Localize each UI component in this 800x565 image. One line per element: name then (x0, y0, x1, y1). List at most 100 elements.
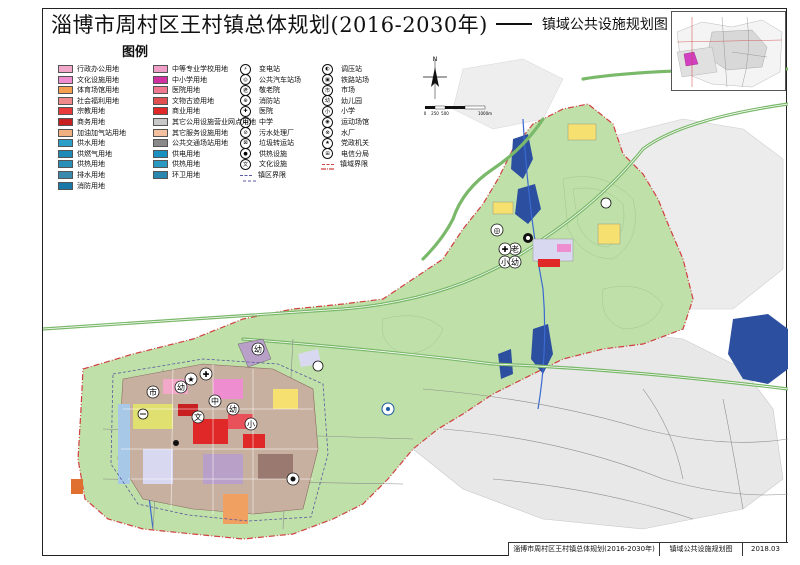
svg-text:◎: ◎ (494, 226, 501, 235)
legend-item: ◎ 公共汽车站场 (240, 74, 301, 86)
legend-label: 文化设施用地 (77, 75, 119, 84)
map-title: 淄博市周村区王村镇总体规划(2016-2030年) (51, 13, 488, 37)
svg-text:中: 中 (211, 396, 219, 406)
hospital-marker: ✚ (498, 242, 512, 256)
legend-item: ⊗ 水厂 (322, 127, 355, 139)
legend-label: 铁路站场 (341, 75, 369, 84)
legend-symbol-icon: ⊘ (240, 127, 251, 139)
legend-item: ⊘ 污水处理厂 (240, 127, 294, 139)
legend-swatch (153, 96, 168, 105)
svg-text:幼: 幼 (177, 382, 185, 392)
svg-text:250: 250 (431, 111, 439, 116)
substation-marker (312, 360, 324, 372)
legend-item: ◉ 运动场馆 (322, 116, 369, 128)
svg-text:小: 小 (247, 420, 255, 429)
legend-label: 环卫用地 (172, 171, 200, 179)
legend-label: 商业用地 (172, 107, 200, 116)
location-inset-map[interactable] (671, 11, 786, 91)
legend-item: 文化设施用地 (58, 75, 119, 85)
legend-item: 公共交通场站用地 (153, 138, 228, 148)
svg-text:✚: ✚ (502, 245, 509, 254)
primary-school-marker-2: 小 (244, 417, 258, 431)
legend-symbol-icon: 老 (240, 84, 251, 96)
legend-item: 市市场 (322, 84, 355, 96)
legend-item: 文文化设施 (240, 158, 287, 170)
legend-swatch (153, 128, 168, 137)
legend-label: 医院 (259, 107, 273, 116)
legend-label: 电信分局 (341, 149, 369, 158)
legend-item: ● 供热设施 (240, 148, 287, 160)
legend-item: 小小学 (322, 105, 355, 117)
legend-item: ▣ 铁路站场 (322, 74, 369, 86)
legend-item: 环卫用地 (153, 170, 200, 180)
north-arrow: N (423, 56, 447, 99)
legend-item: 供电用地 (153, 149, 200, 159)
legend-item: ⚡ 变电站 (240, 63, 280, 75)
legend-item: 体育场馆用地 (58, 85, 119, 95)
utility-marker-2 (381, 402, 395, 416)
legend-label: 垃圾转运站 (259, 139, 294, 148)
legend-item: ✚ 医院 (240, 105, 273, 117)
legend-label: 小学 (341, 107, 355, 116)
legend-swatch (58, 118, 73, 126)
title-block-sheet: 镇域公共设施规划图 (660, 543, 743, 556)
legend-item: 老敬老院 (240, 84, 280, 96)
legend-symbol-icon: ⚡ (240, 63, 251, 75)
legend-label: 消防用地 (77, 181, 105, 190)
utility-marker (286, 472, 300, 486)
title-block-date: 2018.03 (751, 545, 780, 553)
legend-label: 供热设施 (259, 149, 287, 158)
svg-text:500: 500 (441, 111, 449, 116)
bus-station-marker: ◎ (490, 223, 504, 237)
legend-symbol-icon: 中 (240, 116, 251, 128)
legend-item: 宗教用地 (58, 106, 105, 116)
legend-item: 排水用地 (58, 170, 105, 180)
legend-item: 社会福利用地 (58, 96, 119, 106)
legend-swatch (153, 118, 168, 126)
legend-label: 排水用地 (77, 171, 105, 179)
legend-label: 文物古迹用地 (172, 96, 214, 105)
legend-item: 供热用地 (58, 159, 105, 169)
legend-swatch (153, 171, 168, 179)
bus-marker-2 (523, 233, 533, 243)
legend-swatch (153, 160, 168, 169)
legend-label: 医院用地 (172, 86, 200, 95)
legend-item: 行政办公用地 (58, 64, 119, 74)
kindergarten-marker: 幼 (508, 255, 522, 269)
culture-marker: 文 (191, 410, 205, 424)
legend-label: 供燃气用地 (77, 149, 112, 158)
legend-symbol-icon: ⊕ (240, 95, 251, 107)
legend-symbol-icon: ⊞ (322, 148, 333, 160)
legend-symbol-icon (240, 170, 252, 180)
legend-label: 党政机关 (341, 139, 369, 148)
legend-label: 幼儿园 (341, 96, 362, 105)
legend-label: 商务用地 (77, 118, 105, 126)
legend-swatch (153, 107, 168, 116)
legend-label: 公共汽车站场 (259, 75, 301, 84)
legend-item: 镇域界限 (322, 159, 368, 169)
legend-swatch (58, 75, 73, 84)
legend-symbol-icon: 幼 (322, 95, 333, 107)
svg-text:✚: ✚ (203, 370, 210, 379)
svg-text:幼: 幼 (511, 257, 519, 267)
legend-label: 社会福利用地 (77, 96, 119, 105)
legend-symbol-icon: ⊠ (240, 137, 251, 149)
title-dash (495, 23, 532, 25)
svg-text:★: ★ (187, 375, 194, 384)
svg-text:市: 市 (149, 387, 157, 397)
legend-symbol-icon: 文 (240, 158, 251, 170)
title-block-plan: 淄博市周村区王村镇总体规划(2016-2030年) (509, 543, 660, 556)
kindergarten-marker-2: 幼 (251, 342, 265, 356)
legend-label: 宗教用地 (77, 107, 105, 116)
legend-label: 变电站 (259, 65, 280, 73)
legend-swatch (58, 96, 73, 105)
legend-label: 中学 (259, 118, 273, 126)
legend-label: 体育场馆用地 (77, 86, 119, 95)
title-block: 淄博市周村区王村镇总体规划(2016-2030年) 镇域公共设施规划图 2018… (508, 542, 788, 556)
legend-swatch (58, 128, 73, 137)
legend-item: 医院用地 (153, 85, 200, 95)
svg-text:N: N (433, 56, 438, 63)
legend-swatch (58, 65, 73, 73)
map-subtitle: 镇域公共设施规划图 (541, 17, 668, 33)
legend-symbol-icon: 小 (322, 105, 333, 117)
